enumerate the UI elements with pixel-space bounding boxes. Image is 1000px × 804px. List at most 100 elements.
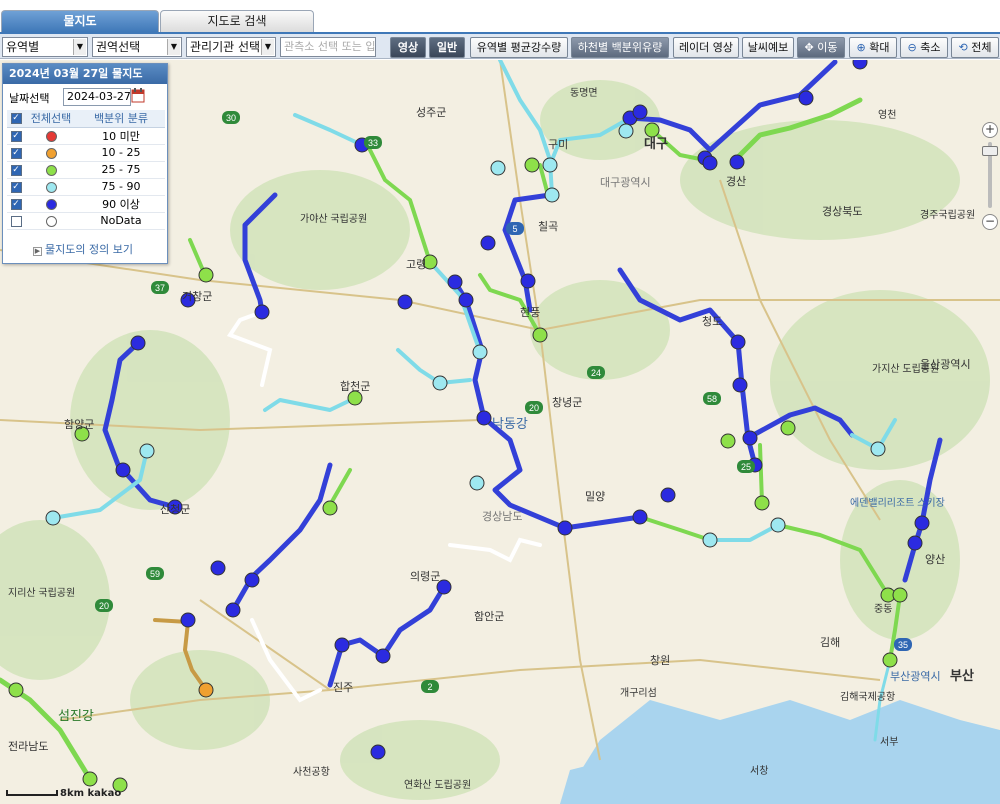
- station-marker[interactable]: [8, 682, 24, 698]
- station-marker[interactable]: [458, 292, 474, 308]
- station-marker[interactable]: [254, 304, 270, 320]
- definition-link[interactable]: ▶ 물지도의 정의 보기: [33, 241, 133, 257]
- tab-water-map[interactable]: 물지도: [1, 10, 159, 32]
- zoom-out-button[interactable]: ⊖ 축소: [900, 37, 948, 58]
- zoom-control: + −: [982, 122, 998, 232]
- station-marker[interactable]: [532, 327, 548, 343]
- station-marker[interactable]: [729, 154, 745, 170]
- watershed-select[interactable]: 유역별 ▼: [2, 37, 88, 57]
- station-marker[interactable]: [520, 273, 536, 289]
- station-marker[interactable]: [870, 441, 886, 457]
- station-marker[interactable]: [882, 652, 898, 668]
- panel-title: 2024년 03월 27일 물지도: [3, 64, 167, 84]
- station-marker[interactable]: [490, 160, 506, 176]
- date-input[interactable]: 2024-03-27: [63, 88, 131, 106]
- station-marker[interactable]: [632, 509, 648, 525]
- station-marker[interactable]: [702, 532, 718, 548]
- move-button[interactable]: ✥ 이동: [797, 37, 845, 58]
- rainfall-button[interactable]: 유역별 평균강수량: [470, 37, 568, 58]
- station-marker[interactable]: [892, 587, 908, 603]
- station-marker[interactable]: [447, 274, 463, 290]
- station-marker[interactable]: [130, 335, 146, 351]
- radar-button[interactable]: 레이더 영상: [673, 37, 739, 58]
- zoom-in-button[interactable]: ⊕ 확대: [849, 37, 897, 58]
- station-marker[interactable]: [742, 430, 758, 446]
- station-marker[interactable]: [225, 602, 241, 618]
- tab-map-search[interactable]: 지도로 검색: [160, 10, 314, 32]
- river-percentile-button[interactable]: 하천별 백분위유량: [571, 37, 669, 58]
- station-marker[interactable]: [139, 443, 155, 459]
- station-marker[interactable]: [732, 377, 748, 393]
- legend-checkbox[interactable]: ✓: [10, 198, 22, 210]
- normal-mode-button[interactable]: 일반: [429, 37, 465, 58]
- station-marker[interactable]: [375, 648, 391, 664]
- station-marker[interactable]: [370, 744, 386, 760]
- station-marker[interactable]: [334, 637, 350, 653]
- station-marker[interactable]: [852, 60, 868, 70]
- zoom-slider-handle[interactable]: [982, 146, 998, 156]
- station-marker[interactable]: [542, 157, 558, 173]
- legend-checkbox[interactable]: ✓: [10, 164, 22, 176]
- move-button-label: 이동: [817, 41, 838, 54]
- station-marker[interactable]: [644, 122, 660, 138]
- zoom-plus-icon[interactable]: +: [982, 122, 998, 138]
- station-marker[interactable]: [198, 267, 214, 283]
- station-marker[interactable]: [480, 235, 496, 251]
- station-marker[interactable]: [702, 155, 718, 171]
- station-search-input[interactable]: 관측소 선택 또는 입: [280, 37, 376, 57]
- legend-checkbox[interactable]: [10, 215, 22, 227]
- station-marker[interactable]: [524, 157, 540, 173]
- station-marker[interactable]: [544, 187, 560, 203]
- station-marker[interactable]: [914, 515, 930, 531]
- station-marker[interactable]: [45, 510, 61, 526]
- road-label: 35: [898, 640, 908, 650]
- station-marker[interactable]: [198, 682, 214, 698]
- select-all-checkbox[interactable]: ✓: [10, 113, 22, 125]
- calendar-icon[interactable]: [131, 87, 145, 103]
- station-marker[interactable]: [180, 612, 196, 628]
- station-marker[interactable]: [720, 433, 736, 449]
- station-marker[interactable]: [557, 520, 573, 536]
- station-marker[interactable]: [632, 104, 648, 120]
- station-marker[interactable]: [322, 500, 338, 516]
- legend-label: 25 - 75: [77, 161, 165, 179]
- station-marker[interactable]: [780, 420, 796, 436]
- station-marker[interactable]: [244, 572, 260, 588]
- map-scale: 8km kakao: [6, 788, 121, 799]
- station-marker[interactable]: [469, 475, 485, 491]
- station-marker[interactable]: [660, 487, 676, 503]
- station-marker[interactable]: [770, 517, 786, 533]
- station-marker[interactable]: [347, 390, 363, 406]
- station-marker[interactable]: [82, 771, 98, 787]
- zoom-minus-icon[interactable]: −: [982, 214, 998, 230]
- station-marker[interactable]: [432, 375, 448, 391]
- place-label: 창원: [650, 654, 670, 667]
- station-marker[interactable]: [472, 344, 488, 360]
- station-marker[interactable]: [618, 123, 634, 139]
- full-extent-button[interactable]: ⟲ 전체: [951, 37, 999, 58]
- station-marker[interactable]: [115, 462, 131, 478]
- place-label: 사천공항: [293, 766, 330, 778]
- agency-select[interactable]: 관리기관 선택 ▼: [186, 37, 276, 57]
- station-marker[interactable]: [476, 410, 492, 426]
- station-marker[interactable]: [907, 535, 923, 551]
- legend-label: NoData: [77, 212, 165, 230]
- legend-checkbox[interactable]: ✓: [10, 181, 22, 193]
- station-marker[interactable]: [754, 495, 770, 511]
- zoom-in-label: 확대: [869, 41, 890, 54]
- col-select-all: 전체선택: [25, 110, 77, 128]
- image-mode-button[interactable]: 영상: [390, 37, 426, 58]
- place-label: 울산광역시: [920, 358, 971, 371]
- region-select[interactable]: 권역선택 ▼: [92, 37, 182, 57]
- legend-checkbox[interactable]: ✓: [10, 130, 22, 142]
- station-marker[interactable]: [397, 294, 413, 310]
- weather-button[interactable]: 날씨예보: [742, 37, 794, 58]
- place-label: 경상북도: [822, 205, 862, 218]
- legend-checkbox[interactable]: ✓: [10, 147, 22, 159]
- station-marker[interactable]: [730, 334, 746, 350]
- station-marker[interactable]: [210, 560, 226, 576]
- station-marker[interactable]: [798, 90, 814, 106]
- legend-row: ✓ 75 - 90: [7, 178, 165, 196]
- road-label: 5: [512, 224, 517, 234]
- place-label: 부산: [950, 668, 974, 683]
